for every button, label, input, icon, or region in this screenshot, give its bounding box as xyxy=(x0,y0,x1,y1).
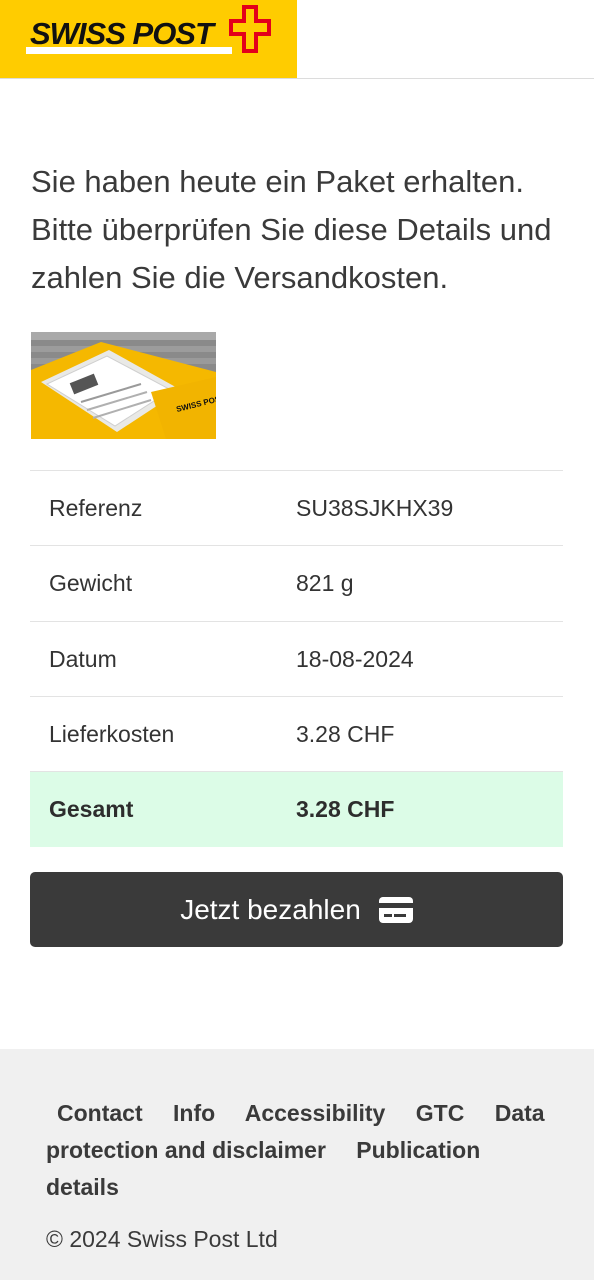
total-label: Gesamt xyxy=(49,796,134,822)
delivery-cost-label: Lieferkosten xyxy=(49,721,175,747)
footer-link-gtc[interactable]: GTC xyxy=(416,1100,465,1126)
footer-link-info[interactable]: Info xyxy=(173,1100,215,1126)
reference-label: Referenz xyxy=(49,495,143,521)
logo-text: SWISS POST xyxy=(30,16,214,51)
header: SWISS POST xyxy=(0,0,594,79)
copyright: © 2024 Swiss Post Ltd xyxy=(46,1226,278,1252)
table-row-delivery-cost: Lieferkosten 3.28 CHF xyxy=(30,696,563,772)
date-value: 18-08-2024 xyxy=(296,646,414,672)
footer-link-accessibility[interactable]: Accessibility xyxy=(245,1100,386,1126)
credit-card-icon xyxy=(378,896,413,923)
reference-value: SU38SJKHX39 xyxy=(296,495,454,521)
total-value: 3.28 CHF xyxy=(296,796,395,822)
pay-now-button[interactable]: Jetzt bezahlen xyxy=(30,872,563,947)
swiss-post-logo[interactable]: SWISS POST xyxy=(0,0,297,78)
footer-link-contact[interactable]: Contact xyxy=(57,1100,143,1126)
footer-links: Contact Info Accessibility GTC Data prot… xyxy=(46,1095,556,1206)
swiss-cross-icon xyxy=(229,5,271,53)
weight-value: 821 g xyxy=(296,570,354,596)
table-row-weight: Gewicht 821 g xyxy=(30,545,563,621)
weight-label: Gewicht xyxy=(49,570,133,596)
footer: Contact Info Accessibility GTC Data prot… xyxy=(0,1049,594,1280)
table-row-reference: Referenz SU38SJKHX39 xyxy=(30,470,563,546)
intro-message: Sie haben heute ein Paket erhalten. Bitt… xyxy=(31,164,552,295)
parcel-image: SWISS POST xyxy=(31,332,216,439)
table-row-date: Datum 18-08-2024 xyxy=(30,621,563,697)
pay-now-label: Jetzt bezahlen xyxy=(180,893,361,925)
table-row-total: Gesamt 3.28 CHF xyxy=(30,771,563,847)
date-label: Datum xyxy=(49,646,117,672)
delivery-cost-value: 3.28 CHF xyxy=(296,721,395,747)
